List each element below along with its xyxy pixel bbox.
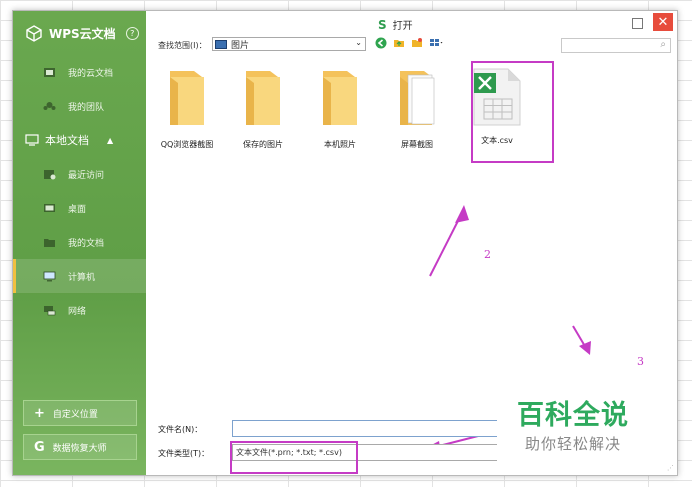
sidebar-item-label: 最近访问 [68,170,105,181]
caret-up-icon[interactable]: ▲ [107,136,113,145]
folder-icon [246,71,280,125]
cloud-doc-icon [44,67,55,77]
file-name: 保存的图片 [243,140,283,149]
wps-s-logo-icon: S [378,17,387,32]
cube-icon [26,25,42,42]
filename-input[interactable] [232,420,522,437]
sidebar-item-desktop[interactable]: 桌面 [13,191,146,225]
sidebar: WPS云文档 ? 我的云文档 我的团队 本地文档 ▲ 最近访问 桌面 我的文档 [13,11,146,475]
view-menu-icon[interactable] [429,37,445,49]
custom-location-label: 自定义位置 [52,409,98,420]
file-name: QQ浏览器截图 [160,140,214,149]
recovery-icon: G [34,439,45,455]
network-icon [44,305,56,315]
sidebar-item-recent[interactable]: 最近访问 [13,157,146,191]
section-label: 本地文档 [45,134,89,147]
plus-icon: + [34,405,45,421]
dialog-title: S 打开 [378,17,413,33]
chevron-down-icon: ⌄ [355,38,362,47]
sidebar-item-network[interactable]: 网络 [13,293,146,327]
dialog-title-text: 打开 [392,21,413,32]
pictures-icon [215,39,227,49]
sidebar-section-local-docs[interactable]: 本地文档 ▲ [13,123,146,157]
highlight-csv-file [471,61,554,163]
file-item-screenshots[interactable]: 屏幕截图 [386,69,448,150]
brand-label: WPS云文档 [49,26,116,41]
annotation-label-2: 2 [484,248,491,261]
folder-with-documents-icon [400,71,435,125]
folder-icon [323,71,357,125]
close-button[interactable]: ✕ [653,13,673,31]
arrow-3 [572,325,591,355]
sidebar-item-label: 我的文档 [68,238,105,249]
annotation-label-3: 3 [637,355,644,368]
watermark: 百科全说 助你轻松解决 [497,385,657,470]
toolbar-icons [375,37,445,49]
sidebar-item-label: 计算机 [68,272,96,283]
back-icon[interactable] [375,37,387,49]
close-icon: ✕ [657,14,669,30]
sidebar-item-label: 网络 [68,306,87,317]
highlight-filetype [230,441,358,474]
custom-location-button[interactable]: + 自定义位置 [23,400,137,426]
team-icon [43,101,56,110]
computer-icon [43,271,56,281]
help-icon[interactable]: ? [125,26,139,40]
sidebar-item-my-cloud-docs[interactable]: 我的云文档 [13,55,146,89]
file-item-local-photos[interactable]: 本机照片 [309,69,371,150]
folder-icon [170,71,204,125]
sidebar-item-my-documents[interactable]: 我的文档 [13,225,146,259]
look-in-label: 查找范围(I)： [158,41,207,50]
watermark-subtitle: 助你轻松解决 [525,435,622,453]
file-item-qq-screenshots[interactable]: QQ浏览器截图 [156,69,218,150]
recent-icon [44,169,56,179]
search-input[interactable]: ⌕ [561,38,671,53]
wps-cloud-header[interactable]: WPS云文档 ? [13,11,146,55]
title-bar: S 打开 ✕ [146,11,677,35]
arrow-2 [429,205,469,277]
desktop-icon [44,203,55,212]
filename-label: 文件名(N)： [158,425,203,434]
maximize-button[interactable] [632,18,643,29]
sidebar-item-label: 我的团队 [68,102,105,113]
file-name: 本机照片 [324,140,356,149]
folder-icon [44,238,55,247]
watermark-title: 百科全说 [517,400,629,431]
sidebar-item-computer[interactable]: 计算机 [13,259,146,293]
monitor-icon [25,134,39,146]
sidebar-item-label: 我的云文档 [68,68,114,79]
sidebar-item-my-team[interactable]: 我的团队 [13,89,146,123]
up-folder-icon[interactable] [393,37,405,49]
filetype-label: 文件类型(T)： [158,449,210,458]
resize-grip-icon[interactable]: ⋰ [667,464,674,472]
file-item-saved-images[interactable]: 保存的图片 [232,69,294,150]
data-recovery-label: 数据恢复大师 [52,443,107,454]
new-folder-icon[interactable] [411,37,423,49]
file-name: 屏幕截图 [401,140,433,149]
look-in-value: 图片 [231,40,250,51]
search-icon: ⌕ [660,39,666,50]
sidebar-item-label: 桌面 [68,204,87,215]
look-in-dropdown[interactable]: 图片 ⌄ [212,37,366,51]
data-recovery-button[interactable]: G 数据恢复大师 [23,434,137,460]
